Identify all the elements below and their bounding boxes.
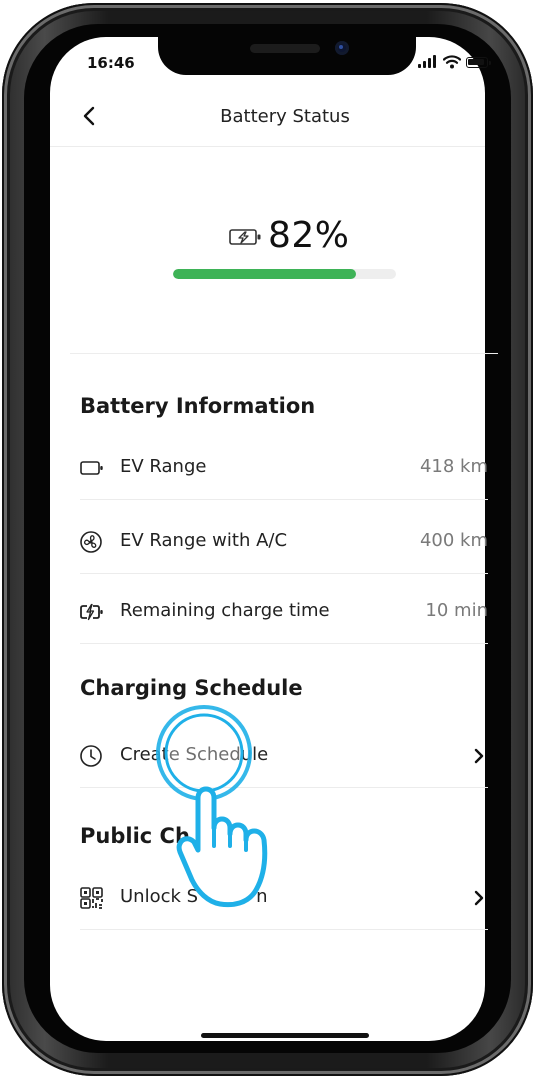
- chevron-right-icon: [474, 890, 484, 906]
- battery-progress-fill: [173, 269, 356, 279]
- chevron-right-icon: [474, 748, 484, 764]
- row-divider: [80, 573, 488, 574]
- ev-range-label: EV Range: [120, 456, 207, 477]
- remaining-charge-time-value: 10 min: [425, 600, 488, 621]
- row-divider: [80, 929, 488, 930]
- ev-range-ac-label: EV Range with A/C: [120, 530, 288, 551]
- charging-battery-icon: [229, 229, 261, 245]
- fan-icon: [80, 531, 102, 553]
- battery-icon: [80, 461, 103, 475]
- device-mockup: 16:46 Battery Status 82% Battery Informa…: [0, 0, 535, 1078]
- status-icons: [418, 55, 494, 69]
- status-battery-icon: [466, 57, 491, 68]
- front-camera: [335, 41, 349, 55]
- unlock-station-label: Unlock Sn: [120, 886, 268, 907]
- ev-range-ac-row: EV Range with A/C 400 km: [80, 510, 488, 574]
- status-time: 16:46: [87, 54, 135, 72]
- qr-code-icon: [80, 887, 103, 909]
- charging-battery-icon: [80, 603, 103, 621]
- ev-range-ac-value: 400 km: [419, 530, 488, 551]
- clock-icon: [80, 745, 102, 767]
- earpiece-speaker: [250, 44, 320, 53]
- ev-range-row: EV Range 418 km: [80, 436, 488, 500]
- charging-schedule-title: Charging Schedule: [80, 676, 303, 700]
- create-schedule-row[interactable]: Create Schedule: [80, 724, 488, 788]
- battery-information-title: Battery Information: [80, 394, 316, 418]
- notch: [158, 37, 416, 75]
- battery-progress-bar: [173, 269, 396, 279]
- ev-range-value: 418 km: [419, 456, 488, 477]
- page-title: Battery Status: [220, 106, 350, 127]
- create-schedule-label: Create Schedule: [120, 744, 269, 765]
- remaining-charge-time-row: Remaining charge time 10 min: [80, 580, 488, 644]
- home-indicator[interactable]: [201, 1033, 369, 1038]
- header-divider: [50, 146, 485, 147]
- public-charging-title: Public Ch: [80, 824, 190, 848]
- row-divider: [80, 499, 488, 500]
- row-divider: [80, 787, 488, 788]
- remaining-charge-time-label: Remaining charge time: [120, 600, 330, 621]
- wifi-icon: [443, 55, 461, 69]
- battery-percentage: 82%: [268, 215, 350, 256]
- row-divider: [80, 643, 488, 644]
- unlock-station-row[interactable]: Unlock Sn: [80, 866, 488, 930]
- section-divider: [70, 353, 498, 354]
